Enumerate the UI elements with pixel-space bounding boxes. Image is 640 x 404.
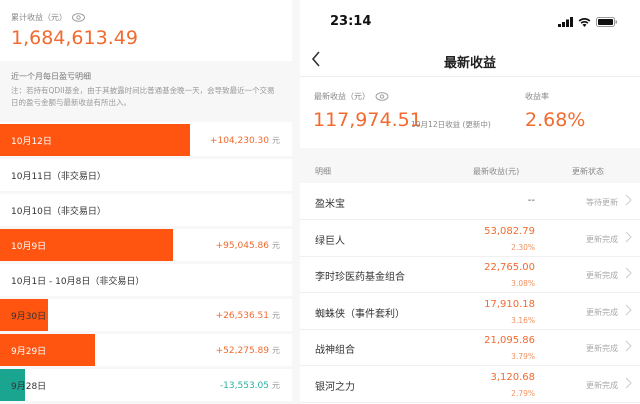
holding-status: 更新完成	[586, 234, 618, 244]
row-unit: 元	[272, 380, 280, 390]
battery-icon	[596, 17, 617, 27]
status-time: 23:14	[330, 14, 372, 29]
chevron-right-icon	[625, 230, 632, 248]
divider	[292, 0, 300, 404]
holding-status: 更新完成	[586, 344, 618, 353]
chevron-right-icon	[625, 193, 632, 211]
daily-pnl-row: 9月29日 +52,275.89 元	[0, 334, 292, 369]
cumulative-earnings-panel: 累计收益（元） 1,684,613.49 近一个月每日盈亏明细 注：若持有QDI…	[0, 0, 292, 404]
holding-amount: 17,910.18	[484, 298, 535, 310]
daily-pnl-row: 10月12日 +104,230.30 元	[0, 124, 292, 159]
holding-rate: 2.79%	[511, 388, 535, 398]
holding-row[interactable]: 银河之力 3,120.68 2.79% 更新完成	[300, 367, 640, 403]
holding-name: 银河之力	[315, 381, 355, 393]
holding-amount: 22,765.00	[484, 262, 535, 273]
cumulative-value: 1,684,613.49	[11, 27, 138, 49]
latest-label-group: 最新收益（元）	[314, 91, 389, 102]
latest-label: 最新收益（元）	[314, 92, 370, 101]
row-unit: 元	[272, 345, 280, 355]
cumulative-label: 累计收益（元）	[11, 13, 67, 22]
row-value: +95,045.86 元	[216, 240, 280, 251]
holding-amount: --	[527, 195, 535, 206]
holding-rate: 3.08%	[511, 279, 535, 288]
latest-earnings-screen: 23:14 最新收益 最新收益（元） 117,974.51 10月12日收益 (…	[300, 0, 640, 404]
note-title: 近一个月每日盈亏明细	[11, 72, 91, 81]
wifi-icon	[578, 18, 591, 27]
holding-name: 李时珍医药基金组合	[315, 272, 405, 283]
status-icons	[558, 17, 618, 27]
rate-value: 2.68%	[525, 109, 586, 131]
row-unit: 元	[272, 135, 280, 145]
row-date: 10月11日（非交易日）	[11, 171, 106, 182]
row-date: 10月12日	[11, 136, 52, 147]
header-amount: 最新收益(元)	[473, 167, 520, 176]
holding-status: 更新完成	[586, 380, 618, 390]
holding-status: 更新完成	[586, 271, 618, 280]
row-date: 10月9日	[11, 241, 47, 252]
holding-name: 绿巨人	[315, 235, 345, 247]
row-value: +104,230.30 元	[210, 135, 280, 146]
eye-icon[interactable]	[72, 13, 85, 22]
header-detail: 明细	[315, 167, 331, 176]
holding-status: 等待更新	[586, 198, 618, 207]
holding-status: 更新完成	[586, 307, 618, 317]
holding-rate: 2.30%	[511, 242, 535, 252]
row-amount: +52,275.89	[215, 345, 269, 356]
chevron-right-icon	[625, 303, 632, 321]
row-value: -13,553.05 元	[220, 380, 280, 391]
page-title: 最新收益	[443, 56, 496, 71]
chevron-right-icon	[625, 376, 632, 394]
row-date: 10月10日（非交易日）	[11, 206, 106, 217]
holding-amount: 21,095.86	[484, 335, 535, 346]
row-value: +52,275.89 元	[216, 345, 280, 356]
row-date: 9月29日	[11, 346, 47, 357]
holding-row[interactable]: 蜘蛛侠（事件套利） 17,910.18 3.16% 更新完成	[300, 294, 640, 330]
row-value: +26,536.51 元	[216, 310, 280, 321]
table-header: 明细 最新收益(元) 更新状态	[300, 148, 640, 183]
eye-icon[interactable]	[375, 92, 389, 101]
header-status: 更新状态	[572, 167, 604, 176]
daily-pnl-row: 10月9日 +95,045.86 元	[0, 229, 292, 264]
holding-row[interactable]: 战神组合 21,095.86 3.79% 更新完成	[300, 330, 640, 366]
holding-amount: 53,082.79	[484, 225, 535, 237]
holding-name: 盈米宝	[315, 199, 345, 210]
holding-row[interactable]: 李时珍医药基金组合 22,765.00 3.08% 更新完成	[300, 257, 640, 293]
row-date: 9月30日	[11, 311, 47, 322]
row-amount: +95,045.86	[215, 240, 269, 251]
chevron-right-icon	[625, 339, 632, 357]
latest-summary: 最新收益（元） 117,974.51 10月12日收益 (更新中) 收益率 2.…	[300, 78, 640, 148]
daily-pnl-row: 10月10日（非交易日）	[0, 194, 292, 229]
signal-icon	[558, 17, 573, 27]
daily-pnl-row: 10月11日（非交易日）	[0, 159, 292, 194]
daily-pnl-row: 9月28日 -13,553.05 元	[0, 369, 292, 404]
holding-rate: 3.16%	[511, 315, 535, 325]
latest-date: 10月12日收益 (更新中)	[411, 120, 491, 129]
holding-row[interactable]: 盈米宝 -- 等待更新	[300, 184, 640, 220]
chevron-right-icon	[625, 266, 632, 284]
note-text: 注：若持有QDII基金，由于其披露时间比普通基金晚一天，会导致最近一个交易日的盈…	[11, 86, 275, 107]
holding-amount: 3,120.68	[490, 371, 535, 383]
daily-pnl-row: 10月1日 - 10月8日（非交易日）	[0, 264, 292, 299]
daily-pnl-row: 9月30日 +26,536.51 元	[0, 299, 292, 334]
row-unit: 元	[272, 310, 280, 320]
note-box: 近一个月每日盈亏明细 注：若持有QDII基金，由于其披露时间比普通基金晚一天，会…	[0, 61, 292, 122]
holding-row[interactable]: 绿巨人 53,082.79 2.30% 更新完成	[300, 221, 640, 257]
row-amount: +104,230.30	[209, 135, 269, 146]
row-date: 10月1日 - 10月8日（非交易日）	[11, 276, 145, 287]
daily-pnl-list: 10月12日 +104,230.30 元 10月11日（非交易日） 10月10日（非交易…	[0, 124, 292, 404]
rate-label: 收益率	[525, 92, 549, 101]
cumulative-label-group: 累计收益（元）	[11, 12, 85, 23]
row-amount: +26,536.51	[215, 310, 269, 321]
holding-rate: 3.79%	[511, 352, 535, 361]
row-amount: -13,553.05	[219, 380, 269, 391]
row-date: 9月28日	[11, 381, 47, 392]
latest-value: 117,974.51	[313, 109, 422, 131]
row-unit: 元	[272, 240, 280, 250]
holding-name: 战神组合	[315, 345, 355, 356]
nav-bar: 最新收益	[300, 45, 640, 77]
holding-name: 蜘蛛侠（事件套利）	[315, 308, 405, 320]
